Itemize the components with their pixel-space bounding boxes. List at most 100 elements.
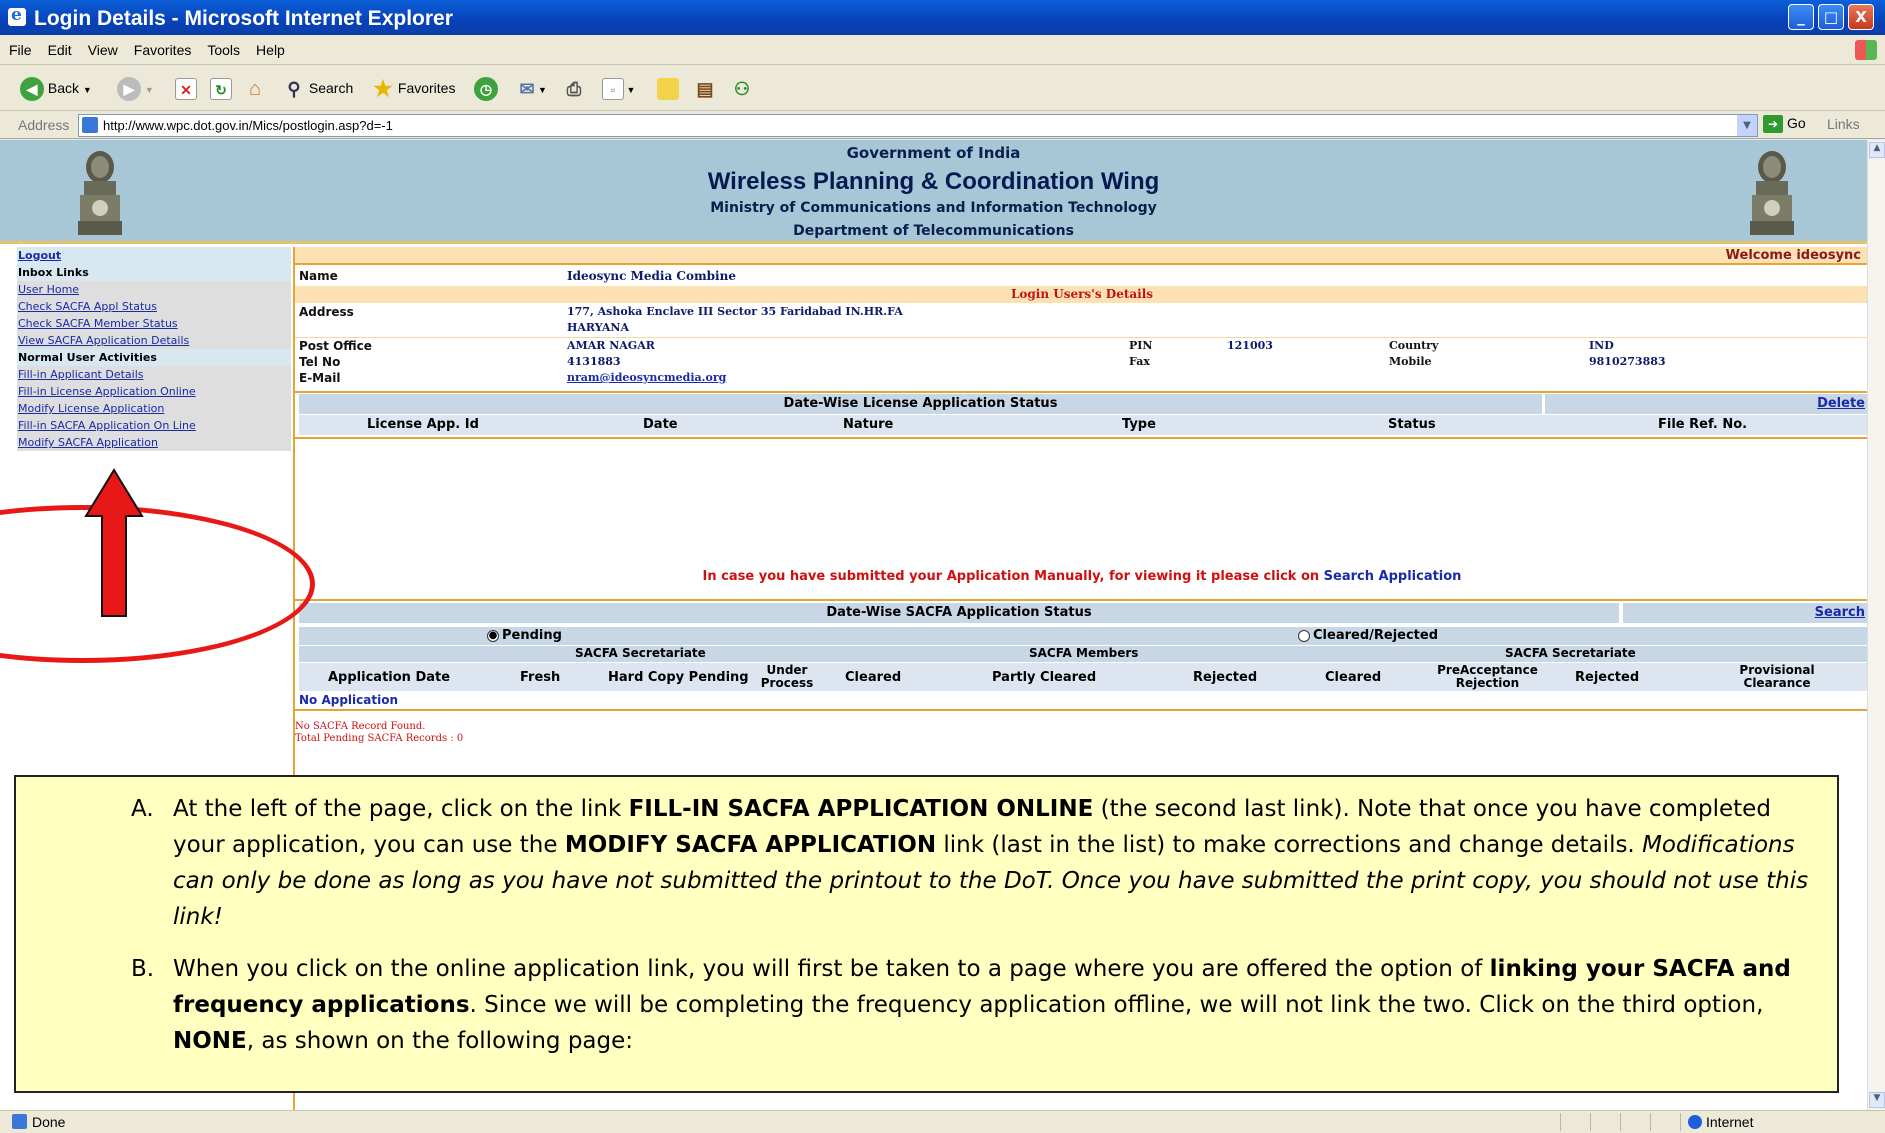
mobile-label: Mobile <box>1389 355 1432 368</box>
menu-tools[interactable]: Tools <box>198 35 247 58</box>
sidebar-item-modify-sacfa[interactable]: Modify SACFA Application <box>17 434 291 451</box>
col-nature: Nature <box>843 417 894 432</box>
search-button[interactable]: ⚲ Search <box>283 75 353 101</box>
sidebar-item-logout[interactable]: Logout <box>17 247 291 264</box>
sidebar-item-fill-applicant[interactable]: Fill-in Applicant Details <box>17 366 291 383</box>
folder-icon <box>657 78 679 101</box>
col-provisional-clearance: Provisional Clearance <box>1739 663 1815 690</box>
research-button[interactable]: ▤ <box>694 75 716 101</box>
back-button[interactable]: ◀ Back ▼ <box>20 75 92 102</box>
print-icon: ⎙ <box>566 79 582 100</box>
search-application-link[interactable]: Search Application <box>1324 569 1462 584</box>
col-rejected: Rejected <box>1193 670 1258 685</box>
menu-help[interactable]: Help <box>247 35 292 58</box>
edit-icon: ▫ <box>602 78 624 101</box>
divider <box>295 599 1867 601</box>
total-pending-text: Total Pending SACFA Records : 0 <box>295 733 464 744</box>
divider <box>295 337 1867 338</box>
go-arrow-icon: ➔ <box>1763 115 1783 133</box>
name-value: Ideosync Media Combine <box>567 269 736 283</box>
messenger-icon: ⚇ <box>733 79 751 100</box>
messenger-button[interactable]: ⚇ <box>731 75 753 101</box>
sidebar-item-user-home[interactable]: User Home <box>17 281 291 298</box>
vertical-scrollbar[interactable]: ▲ ▼ <box>1867 140 1885 1110</box>
search-link-cell: Search <box>1623 603 1867 623</box>
home-icon: ⌂ <box>248 78 262 101</box>
scroll-down-icon[interactable]: ▼ <box>1869 1092 1885 1108</box>
home-button[interactable]: ⌂ <box>244 75 266 101</box>
close-button[interactable]: X <box>1848 4 1874 30</box>
divider <box>295 709 1867 711</box>
sidebar-item-modify-license[interactable]: Modify License Application <box>17 400 291 417</box>
col-application-date: Application Date <box>328 670 451 685</box>
delete-link[interactable]: Delete <box>1817 396 1865 411</box>
go-button[interactable]: ➔ Go <box>1763 115 1806 133</box>
chevron-down-icon[interactable]: ▼ <box>1737 115 1757 136</box>
col-type: Type <box>1122 417 1156 432</box>
discuss-button[interactable] <box>657 75 679 101</box>
sidebar-header-normal-user: Normal User Activities <box>17 349 291 366</box>
menu-favorites[interactable]: Favorites <box>125 35 199 58</box>
edit-button[interactable]: ▫ ▼ <box>602 75 635 101</box>
address-url: http://www.wpc.dot.gov.in/Mics/postlogin… <box>103 118 393 133</box>
print-button[interactable]: ⎙ <box>563 75 585 101</box>
details-header: Login Users's Details <box>1010 287 1154 301</box>
radio-unselected-icon <box>1298 629 1310 642</box>
divider <box>295 437 1867 439</box>
license-columns-row <box>299 415 1867 435</box>
no-record-text: No SACFA Record Found. <box>295 721 426 732</box>
minimize-button[interactable]: _ <box>1788 4 1814 30</box>
cleared-rejected-radio[interactable]: Cleared/Rejected <box>1298 628 1438 643</box>
toolbar: ◀ Back ▼ ▶ ▼ ✕ ↻ ⌂ ⚲ Search ★ Favorites … <box>0 66 1885 111</box>
address-line-1: 177, Ashoka Enclave III Sector 35 Farida… <box>567 305 903 318</box>
divider <box>1590 1113 1591 1131</box>
mail-button[interactable]: ✉ ▼ <box>516 75 546 101</box>
email-link[interactable]: nram@ideosyncmedia.org <box>567 371 726 384</box>
star-icon: ★ <box>373 76 393 102</box>
col-rejected-2: Rejected <box>1575 670 1640 685</box>
col-date: Date <box>643 417 678 432</box>
address-input[interactable]: http://www.wpc.dot.gov.in/Mics/postlogin… <box>78 114 1758 137</box>
page-icon <box>82 117 98 133</box>
forward-button[interactable]: ▶ ▼ <box>117 75 154 102</box>
stop-button[interactable]: ✕ <box>175 75 197 101</box>
divider <box>1650 1113 1651 1131</box>
sidebar-item-check-sacfa-appl-status[interactable]: Check SACFA Appl Status <box>17 298 291 315</box>
radio-selected-icon: ● <box>487 629 499 642</box>
sidebar-item-view-sacfa-details[interactable]: View SACFA Application Details <box>17 332 291 349</box>
tel-label: Tel No <box>299 355 341 369</box>
globe-icon <box>1688 1115 1702 1129</box>
sidebar-item-check-sacfa-member-status[interactable]: Check SACFA Member Status <box>17 315 291 332</box>
sidebar-item-fill-sacfa[interactable]: Fill-in SACFA Application On Line <box>17 417 291 434</box>
col-preacceptance-rejection: PreAcceptance Rejection <box>1437 663 1538 690</box>
site-banner: Government of India Wireless Planning & … <box>0 140 1867 244</box>
favorites-button[interactable]: ★ Favorites <box>372 75 455 101</box>
scroll-up-icon[interactable]: ▲ <box>1869 142 1885 158</box>
refresh-button[interactable]: ↻ <box>210 75 232 101</box>
divider <box>295 391 1867 393</box>
sidebar-item-fill-license[interactable]: Fill-in License Application Online <box>17 383 291 400</box>
address-bar: Address http://www.wpc.dot.gov.in/Mics/p… <box>0 112 1885 139</box>
name-label: Name <box>299 269 338 283</box>
links-button[interactable]: Links <box>1827 116 1860 132</box>
col-cleared-2: Cleared <box>1325 670 1382 685</box>
col-fresh: Fresh <box>520 670 561 685</box>
search-link[interactable]: Search <box>1815 605 1865 620</box>
menu-edit[interactable]: Edit <box>39 35 79 58</box>
pending-radio[interactable]: ● Pending <box>487 628 562 643</box>
email-label: E-Mail <box>299 371 341 385</box>
group-secretariate: SACFA Secretariate <box>575 646 706 660</box>
col-file-ref: File Ref. No. <box>1658 417 1748 432</box>
window-titlebar: Login Details - Microsoft Internet Explo… <box>0 0 1885 35</box>
menu-bar: File Edit View Favorites Tools Help <box>0 35 1885 65</box>
menu-view[interactable]: View <box>79 35 125 58</box>
banner-line-4: Department of Telecommunications <box>793 223 1074 239</box>
pin-label: PIN <box>1129 339 1153 352</box>
history-button[interactable]: ◷ <box>474 75 498 102</box>
search-icon: ⚲ <box>287 79 301 100</box>
maximize-button[interactable]: □ <box>1818 4 1844 30</box>
menu-file[interactable]: File <box>0 35 39 58</box>
refresh-icon: ↻ <box>210 78 232 101</box>
group-secretariate-2: SACFA Secretariate <box>1505 646 1636 660</box>
col-license-app-id: License App. Id <box>367 417 479 432</box>
